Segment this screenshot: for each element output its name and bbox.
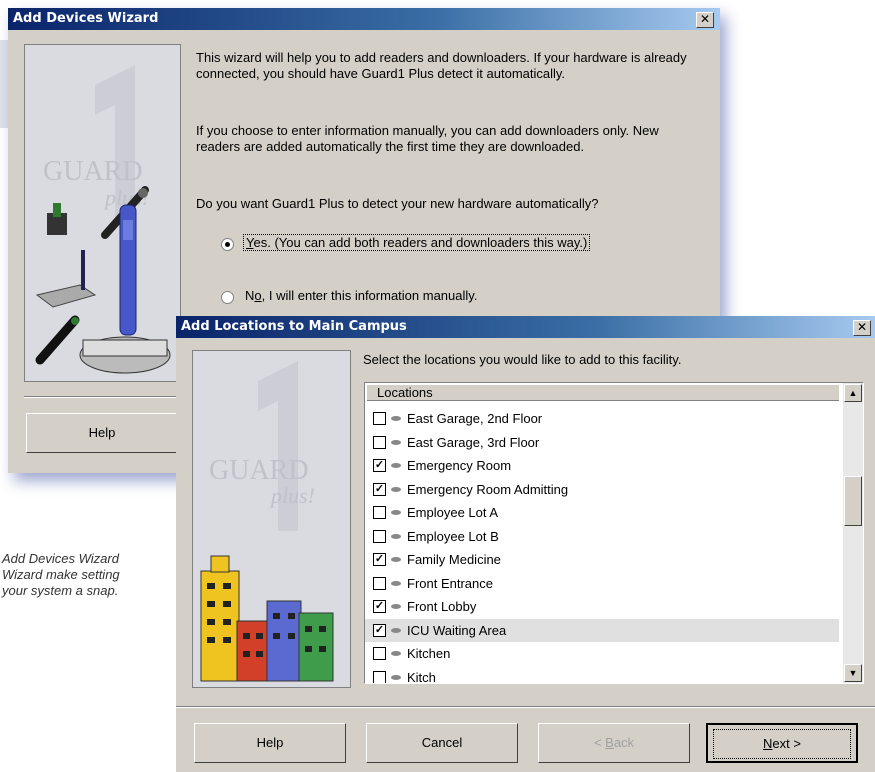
- radio-yes[interactable]: [221, 238, 234, 251]
- next-button[interactable]: Next >: [706, 723, 858, 763]
- location-icon: [391, 604, 401, 609]
- locations-separator: [176, 706, 875, 708]
- back-button[interactable]: < Back: [538, 723, 690, 763]
- location-name: Employee Lot B: [407, 528, 499, 544]
- location-icon: [391, 439, 401, 445]
- location-icon: [391, 627, 401, 633]
- location-checkbox[interactable]: [373, 529, 386, 543]
- location-name: Emergency Room Admitting: [407, 481, 569, 497]
- buildings-icon: [200, 555, 334, 682]
- location-name: Employee Lot A: [407, 505, 499, 520]
- location-row[interactable]: ✓ ICU Waiting Area: [365, 618, 839, 642]
- locations-scrollbar[interactable]: ▲ ▼: [843, 383, 863, 683]
- locations-help-button[interactable]: Help: [194, 723, 346, 763]
- location-checkbox[interactable]: [373, 576, 386, 590]
- locations-title: Add Locations to Main Campus: [181, 319, 407, 334]
- location-checkbox[interactable]: ✓: [373, 482, 386, 496]
- location-row[interactable]: Employee Lot B: [365, 525, 839, 549]
- location-row[interactable]: East Garage, 3rd Floor: [365, 431, 839, 455]
- locations-close-button[interactable]: ✕: [853, 320, 871, 336]
- location-icon: [391, 463, 401, 468]
- scroll-down-icon[interactable]: ▼: [844, 664, 862, 682]
- dock-icon: [79, 336, 171, 374]
- radio-no[interactable]: [221, 291, 234, 304]
- location-icon: [391, 510, 401, 515]
- location-icon: [391, 557, 401, 562]
- wizard-help-button[interactable]: Help: [26, 413, 178, 453]
- cancel-button[interactable]: Cancel: [366, 723, 518, 763]
- downloader-icon: [35, 250, 97, 308]
- wizard-title: Add Devices Wizard: [13, 11, 159, 26]
- wizard-close-button[interactable]: ✕: [696, 12, 714, 28]
- location-name: Front Lobby: [407, 599, 477, 614]
- location-icon: [391, 486, 401, 492]
- radio-yes-label[interactable]: Yes. (You can add both readers and downl…: [243, 234, 591, 251]
- locations-instruction: Select the locations you would like to a…: [363, 352, 682, 367]
- locations-rows: East Garage, 2nd Floor East Garage, 3rd F…: [365, 407, 839, 684]
- add-locations-dialog: Add Locations to Main Campus ✕ GUARD plu…: [176, 316, 875, 772]
- location-icon: [391, 533, 401, 539]
- location-icon: [391, 416, 401, 421]
- touch-probe-icon: [35, 315, 80, 365]
- locations-side-graphic: GUARD plus!: [192, 350, 351, 688]
- location-row[interactable]: ✓ Emergency Room Admitting: [365, 478, 839, 502]
- location-name: East Garage, 3rd Floor: [407, 434, 540, 450]
- caption-line: Wizard make setting: [2, 567, 120, 582]
- location-row[interactable]: East Garage, 2nd Floor: [365, 407, 839, 431]
- wizard-side-graphic: GUARD plus!: [24, 44, 181, 382]
- location-name: Emergency Room: [407, 458, 512, 473]
- caption-line: your system a snap.: [2, 583, 119, 598]
- wizard-titlebar: Add Devices Wizard ✕: [8, 8, 720, 30]
- wizard-intro-text: This wizard will help you to add readers…: [196, 50, 687, 81]
- locations-titlebar: Add Locations to Main Campus ✕: [176, 316, 875, 338]
- location-name: East Garage, 2nd Floor: [407, 411, 543, 426]
- location-checkbox[interactable]: ✓: [373, 623, 386, 637]
- locations-list[interactable]: Locations East Garage, 2nd Floor East Gar…: [364, 382, 864, 684]
- location-row[interactable]: Front Entrance: [365, 572, 839, 596]
- locations-logo-plus: plus!: [269, 483, 315, 508]
- wizard-logo-text: GUARD: [43, 156, 143, 187]
- location-name: Kitchen: [407, 646, 451, 661]
- location-icon: [391, 580, 401, 586]
- location-row[interactable]: Employee Lot A: [365, 501, 839, 525]
- pen-reader-icon: [119, 204, 137, 336]
- reader-device-icon: [47, 203, 67, 235]
- locations-column-header[interactable]: Locations: [367, 385, 839, 401]
- location-row[interactable]: ✓ Emergency Room: [365, 454, 839, 478]
- wizard-question: Do you want Guard1 Plus to detect your n…: [196, 196, 599, 211]
- location-row[interactable]: ✓ Family Medicine: [365, 548, 839, 572]
- scroll-up-icon[interactable]: ▲: [844, 384, 862, 402]
- caption: Add Devices Wizard Wizard make setting y…: [2, 551, 162, 599]
- locations-logo-text: GUARD: [209, 455, 309, 486]
- location-checkbox[interactable]: [373, 506, 386, 519]
- location-checkbox[interactable]: ✓: [373, 600, 386, 613]
- location-icon: [391, 674, 401, 680]
- location-checkbox[interactable]: [373, 647, 386, 660]
- location-checkbox[interactable]: [373, 435, 386, 449]
- location-name: Kitch: [407, 669, 436, 684]
- caption-line: Add Devices Wizard: [2, 551, 119, 566]
- scroll-thumb[interactable]: [844, 476, 862, 526]
- location-icon: [391, 651, 401, 656]
- location-checkbox[interactable]: [373, 670, 386, 683]
- location-checkbox[interactable]: ✓: [373, 459, 386, 472]
- location-row[interactable]: ✓ Front Lobby: [365, 595, 839, 619]
- location-row[interactable]: Kitch: [365, 666, 839, 684]
- location-checkbox[interactable]: [373, 412, 386, 425]
- location-name: Family Medicine: [407, 552, 501, 567]
- location-name: ICU Waiting Area: [407, 622, 507, 638]
- location-checkbox[interactable]: ✓: [373, 553, 386, 566]
- radio-no-label[interactable]: No, I will enter this information manual…: [245, 288, 477, 304]
- location-name: Front Entrance: [407, 575, 493, 591]
- wizard-manual-text: If you choose to enter information manua…: [196, 123, 659, 154]
- location-row[interactable]: Kitchen: [365, 642, 839, 666]
